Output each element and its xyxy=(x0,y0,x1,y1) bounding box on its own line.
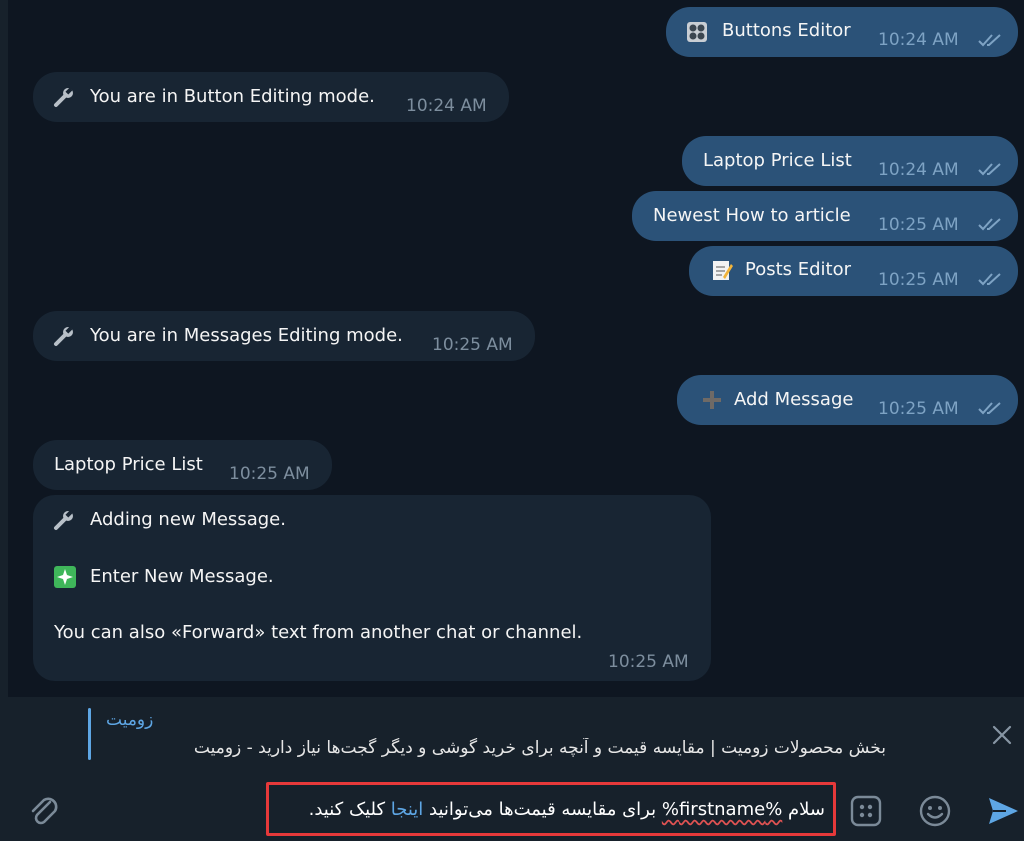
read-ticks-icon xyxy=(978,34,1001,47)
emoji-icon[interactable] xyxy=(918,794,952,828)
read-ticks-icon xyxy=(978,273,1001,286)
read-ticks-icon xyxy=(978,218,1001,231)
message-add-message[interactable]: Add Message 10:25 AM xyxy=(677,375,1018,425)
message-adding-new[interactable]: Adding new Message. Enter New Message. Y… xyxy=(33,495,711,681)
message-newest-how-to[interactable]: Newest How to article 10:25 AM xyxy=(632,191,1018,241)
attach-icon[interactable] xyxy=(28,794,62,830)
message-messages-editing-mode[interactable]: You are in Messages Editing mode. 10:25 … xyxy=(33,311,535,361)
message-text: Buttons Editor xyxy=(722,20,851,41)
chat-left-edge xyxy=(0,0,8,697)
message-text: You are in Messages Editing mode. xyxy=(90,325,403,346)
close-icon[interactable] xyxy=(991,724,1013,746)
message-time: 10:25 AM xyxy=(878,399,959,419)
message-text: Add Message xyxy=(734,389,854,410)
message-laptop-price-list-in[interactable]: Laptop Price List 10:25 AM xyxy=(33,440,332,490)
message-buttons-editor[interactable]: Buttons Editor 10:24 AM xyxy=(666,7,1018,57)
message-input-text: سلام %firstname% برای مقایسه قیمت‌ها می‌… xyxy=(309,799,825,820)
memo-icon xyxy=(713,261,733,280)
message-button-editing-mode[interactable]: You are in Button Editing mode. 10:24 AM xyxy=(33,72,509,122)
message-time: 10:25 AM xyxy=(878,215,959,235)
message-line-3: You can also «Forward» text from another… xyxy=(54,622,583,643)
message-time: 10:24 AM xyxy=(406,96,487,116)
message-text: Laptop Price List xyxy=(703,150,852,171)
composer-ending-text: کلیک کنید. xyxy=(308,799,391,820)
composer-variable: %firstname% xyxy=(661,799,783,820)
chat-area: Buttons Editor 10:24 AM You are in Butto… xyxy=(0,0,1024,697)
message-time: 10:25 AM xyxy=(608,652,689,672)
reply-sender-name: زومیت xyxy=(106,710,154,730)
message-line-2: Enter New Message. xyxy=(90,566,274,587)
control-knobs-icon xyxy=(687,22,707,42)
composer-link[interactable]: اینجا xyxy=(391,799,424,820)
message-laptop-price-list-out[interactable]: Laptop Price List 10:24 AM xyxy=(682,136,1018,186)
message-time: 10:24 AM xyxy=(878,160,959,180)
message-line-1: Adding new Message. xyxy=(90,509,286,530)
reply-preview-text: بخش محصولات زومیت | مقایسه قیمت و آنچه ب… xyxy=(193,738,886,758)
send-icon[interactable] xyxy=(986,794,1020,828)
message-text: Newest How to article xyxy=(653,205,851,226)
message-time: 10:25 AM xyxy=(432,335,513,355)
wrench-icon xyxy=(54,87,73,107)
reply-accent-bar xyxy=(88,708,91,760)
message-text: Laptop Price List xyxy=(54,454,203,475)
composer-middle-text: برای مقایسه قیمت‌ها می‌توانید xyxy=(423,799,662,820)
message-input[interactable]: سلام %firstname% برای مقایسه قیمت‌ها می‌… xyxy=(266,782,836,836)
read-ticks-icon xyxy=(978,163,1001,176)
composer-greeting: سلام xyxy=(782,799,825,820)
read-ticks-icon xyxy=(978,402,1001,415)
message-time: 10:25 AM xyxy=(229,464,310,484)
bot-keyboard-icon[interactable] xyxy=(849,794,883,828)
wrench-icon xyxy=(54,326,73,346)
message-text: Posts Editor xyxy=(745,259,852,280)
message-posts-editor[interactable]: Posts Editor 10:25 AM xyxy=(689,246,1018,296)
message-time: 10:25 AM xyxy=(878,270,959,290)
sparkles-icon xyxy=(54,566,76,588)
message-time: 10:24 AM xyxy=(878,30,959,50)
wrench-icon xyxy=(54,510,73,530)
message-text: You are in Button Editing mode. xyxy=(90,86,375,107)
plus-icon xyxy=(703,391,721,409)
